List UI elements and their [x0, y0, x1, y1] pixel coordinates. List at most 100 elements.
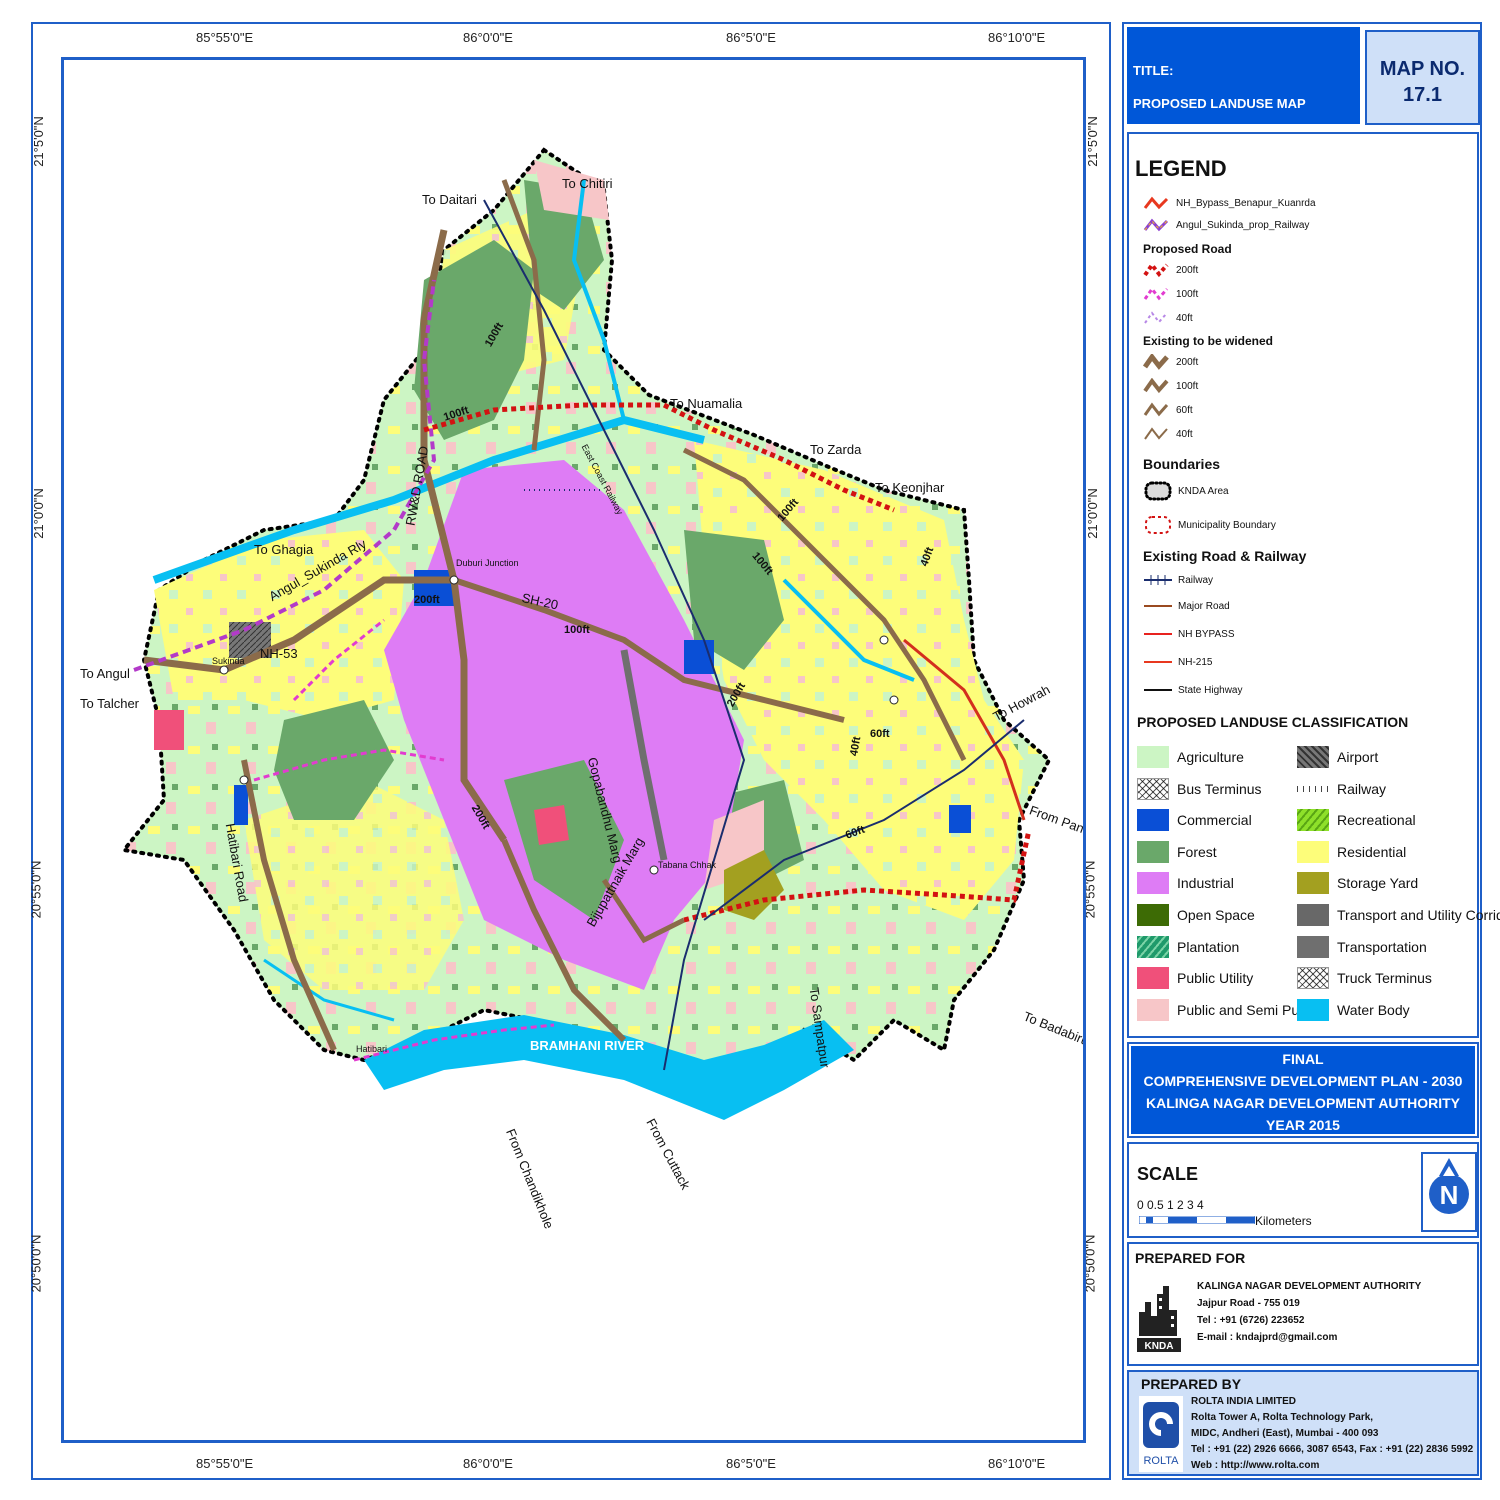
proposed-200ft-symbol — [1143, 262, 1169, 278]
landuse-swatch — [1297, 998, 1329, 1021]
rolta-logo-text: ROLTA — [1143, 1455, 1179, 1467]
legend-item-proposed-200ft: 200ft — [1143, 262, 1198, 278]
plan-line-3: KALINGA NAGAR DEVELOPMENT AUTHORITY — [1146, 1095, 1460, 1111]
landuse-class-airport: Airport — [1297, 746, 1378, 768]
landuse-label: Plantation — [1177, 938, 1240, 955]
landuse-swatch — [1297, 872, 1329, 895]
label-to-zarda: To Zarda — [810, 442, 862, 457]
legend-label: NH-215 — [1178, 656, 1213, 668]
map-number-value: 17.1 — [1403, 84, 1442, 106]
landuse-class-open-space: Open Space — [1137, 904, 1255, 926]
legend-heading-classification: PROPOSED LANDUSE CLASSIFICATION — [1137, 714, 1409, 730]
label-tabana-chhak: Tabana Chhak — [658, 860, 717, 870]
legend-item-nh-bypass-line: NH BYPASS — [1143, 628, 1235, 640]
landuse-swatch — [1137, 840, 1169, 863]
legend-label: Municipality Boundary — [1178, 519, 1276, 531]
existing-200ft-symbol — [1143, 354, 1169, 370]
municipality-boundary-symbol — [1145, 516, 1171, 534]
legend-heading: LEGEND — [1135, 156, 1227, 181]
landuse-swatch — [1297, 840, 1329, 863]
legend-item-knda-area: KNDA Area — [1143, 480, 1229, 502]
legend-label: 60ft — [1176, 404, 1193, 416]
scale-unit: Kilometers — [1255, 1214, 1312, 1228]
landuse-swatch — [1137, 935, 1169, 958]
coord-left-2: 21°0'0"N — [30, 488, 46, 539]
prepared-for-heading: PREPARED FOR — [1135, 1250, 1246, 1266]
landuse-label: Industrial — [1177, 875, 1234, 892]
coord-bottom-4: 86°10'0"E — [988, 1456, 1046, 1471]
landuse-class-agriculture: Agriculture — [1137, 746, 1244, 768]
label-nh53-west: NH-53 — [260, 646, 298, 661]
landuse-label: Airport — [1337, 749, 1379, 765]
proposed-40ft-symbol — [1144, 311, 1168, 324]
existing-60ft-symbol — [1143, 402, 1169, 417]
major-road-symbol — [1144, 605, 1172, 607]
legend-item-proposed-40ft: 40ft — [1143, 310, 1193, 326]
coord-bottom-3: 86°5'0"E — [726, 1456, 776, 1471]
landuse-label: Forest — [1177, 843, 1217, 860]
prepared-by-address-2: MIDC, Andheri (East), Mumbai - 400 093 — [1191, 1428, 1379, 1439]
landuse-class-industrial: Industrial — [1137, 872, 1234, 895]
coord-top-3: 86°5'0"E — [726, 30, 776, 45]
prepared-by-address-1: Rolta Tower A, Rolta Technology Park, — [1191, 1412, 1374, 1423]
landuse-swatch — [1297, 935, 1329, 958]
legend-label: Angul_Sukinda_prop_Railway — [1176, 219, 1310, 231]
title-label: TITLE: — [1133, 63, 1174, 78]
rolta-logo: ROLTA — [1139, 1396, 1183, 1472]
junction-east — [879, 635, 889, 645]
svg-text:N: N — [1440, 1180, 1459, 1210]
landuse-label: Bus Terminus — [1177, 780, 1262, 797]
label-sukinda: Sukinda — [212, 656, 245, 666]
legend-item-nh215: NH-215 — [1143, 656, 1212, 668]
legend-block: LEGEND NH_Bypass_Benapur_Kuanrda Angul_S… — [1127, 132, 1500, 1038]
label-duburi-junction: Duburi Junction — [456, 558, 519, 568]
landuse-label: Commercial — [1177, 812, 1252, 829]
landuse-swatch — [1137, 809, 1169, 832]
label-to-talcher: To Talcher — [80, 696, 140, 711]
scale-block: SCALE 0 0.5 1 2 3 4 Kilometers N — [1127, 1142, 1479, 1238]
title-block: TITLE: PROPOSED LANDUSE MAP MAP NO. 17.1 — [1127, 27, 1480, 127]
legend-label: Major Road — [1178, 600, 1230, 612]
legend-label: 200ft — [1176, 356, 1199, 368]
prepared-for-org: KALINGA NAGAR DEVELOPMENT AUTHORITY — [1197, 1281, 1422, 1292]
landuse-swatch — [1297, 809, 1329, 832]
legend-item-existing-40ft: 40ft — [1143, 426, 1193, 442]
map-number-label: MAP NO. — [1379, 58, 1466, 80]
knda-logo: KNDA — [1137, 1282, 1181, 1352]
legend-label: NH BYPASS — [1178, 628, 1235, 640]
map-number-cell: MAP NO. 17.1 — [1365, 30, 1480, 125]
plan-line-4: YEAR 2015 — [1266, 1117, 1340, 1133]
coord-right-1: 21°5'0"N — [1084, 116, 1100, 167]
landuse-swatch — [1297, 746, 1329, 768]
prepared-for-address: Jajpur Road - 755 019 — [1197, 1298, 1300, 1309]
landuse-class-public-utility: Public Utility — [1137, 967, 1254, 990]
label-road-200ft-a: 200ft — [414, 594, 440, 606]
legend-heading-existing-widened: Existing to be widened — [1143, 334, 1274, 348]
landuse-swatch — [1297, 777, 1329, 800]
nh-bypass-line-symbol — [1144, 633, 1172, 635]
existing-100ft-symbol — [1143, 378, 1169, 394]
landuse-label: Open Space — [1177, 907, 1255, 923]
north-arrow-icon: N — [1429, 1158, 1469, 1214]
legend-item-angul-rail: Angul_Sukinda_prop_Railway — [1143, 218, 1309, 232]
legend-item-major-road: Major Road — [1143, 600, 1230, 612]
landuse-label: Recreational — [1337, 812, 1416, 829]
north-arrow-frame: N — [1421, 1152, 1477, 1232]
proposed-100ft-symbol — [1143, 286, 1169, 301]
landuse-class-residential: Residential — [1297, 840, 1406, 863]
plan-title-inner: FINAL COMPREHENSIVE DEVELOPMENT PLAN - 2… — [1131, 1046, 1475, 1134]
legend-heading-proposed-road: Proposed Road — [1143, 242, 1232, 256]
prepared-by-web: Web : http://www.rolta.com — [1191, 1460, 1320, 1471]
landuse-label: Railway — [1337, 780, 1387, 797]
landuse-label: Truck Terminus — [1337, 970, 1432, 987]
landuse-label: Public Utility — [1177, 970, 1254, 987]
junction-duburi — [449, 575, 459, 585]
coord-left-3: 20°55'0"N — [28, 860, 44, 919]
commercial-west — [234, 785, 248, 825]
prepared-by-tel: Tel : +91 (22) 2926 6666, 3087 6543, Fax… — [1191, 1444, 1474, 1455]
landuse-class-storage-yard: Storage Yard — [1297, 872, 1418, 895]
coord-top-1: 85°55'0"E — [196, 30, 254, 45]
map-canvas[interactable]: To Chitiri To Daitari To Nuamalia To Zar… — [61, 57, 1086, 1443]
landuse-swatch — [1137, 746, 1169, 768]
public-utility-1 — [154, 710, 184, 750]
